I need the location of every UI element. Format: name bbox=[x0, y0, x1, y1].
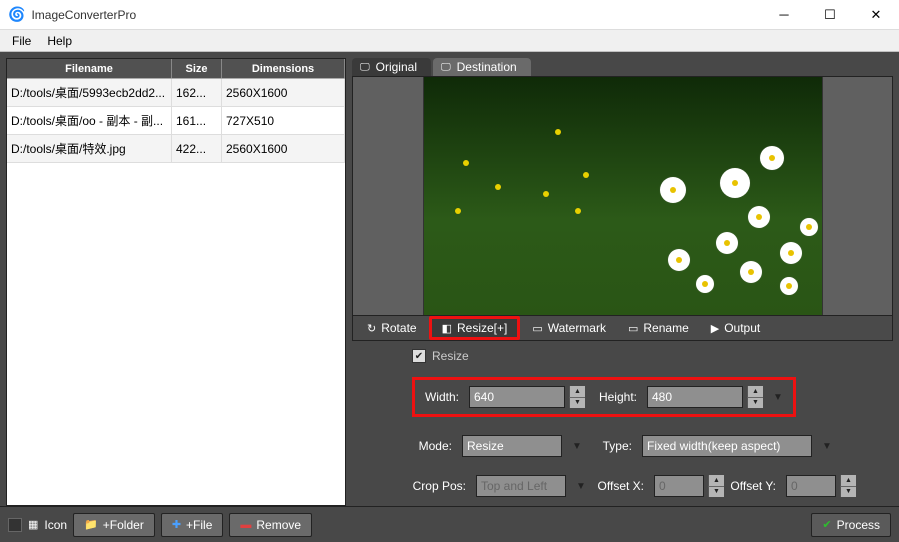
croppos-dropdown-arrow[interactable]: ▼ bbox=[570, 481, 592, 492]
offsetx-label: Offset X: bbox=[596, 479, 650, 493]
offsety-spinner[interactable]: ▲▼ bbox=[840, 475, 856, 497]
type-select[interactable]: Fixed width(keep aspect) bbox=[642, 435, 812, 457]
width-input[interactable]: 640 bbox=[469, 386, 565, 408]
menu-help[interactable]: Help bbox=[39, 32, 80, 50]
mode-dropdown-arrow[interactable]: ▼ bbox=[566, 441, 588, 452]
maximize-button[interactable]: ☐ bbox=[807, 0, 853, 30]
col-header-size[interactable]: Size bbox=[172, 59, 222, 78]
add-folder-button[interactable]: 📁+Folder bbox=[73, 513, 155, 537]
resize-checkbox[interactable]: ✔ bbox=[412, 349, 426, 363]
offsetx-spinner[interactable]: ▲▼ bbox=[708, 475, 724, 497]
add-file-button[interactable]: ✚+File bbox=[161, 513, 224, 537]
col-header-dimensions[interactable]: Dimensions bbox=[222, 59, 345, 78]
main-area: Filename Size Dimensions D:/tools/桌面/599… bbox=[0, 52, 899, 542]
settings-panel: ✔ Resize Width: 640 ▲▼ Height: 480 ▲▼ ▼ bbox=[352, 341, 893, 506]
minus-icon: ▬ bbox=[240, 519, 251, 531]
process-button[interactable]: ✔Process bbox=[811, 513, 891, 537]
app-icon: 🌀 bbox=[8, 6, 25, 23]
plus-icon: ✚ bbox=[172, 518, 181, 531]
offsety-input[interactable]: 0 bbox=[786, 475, 836, 497]
bottom-bar: ▦ Icon 📁+Folder ✚+File ▬Remove ✔Process bbox=[0, 506, 899, 542]
height-label: Height: bbox=[589, 390, 643, 404]
minimize-button[interactable]: ─ bbox=[761, 0, 807, 30]
width-label: Width: bbox=[419, 390, 465, 404]
remove-button[interactable]: ▬Remove bbox=[229, 513, 312, 537]
preview-image bbox=[423, 77, 823, 315]
resize-icon: ◧ bbox=[442, 322, 452, 335]
offsetx-input[interactable]: 0 bbox=[654, 475, 704, 497]
rename-icon: ▭ bbox=[628, 322, 638, 335]
mode-label: Mode: bbox=[412, 439, 458, 453]
icon-mode-checkbox[interactable] bbox=[8, 518, 22, 532]
watermark-icon: ▭ bbox=[532, 322, 542, 335]
preset-dropdown[interactable]: ▼ bbox=[767, 392, 789, 403]
tool-output[interactable]: ▶Output bbox=[701, 319, 771, 337]
tab-original[interactable]: 🖵Original bbox=[352, 58, 431, 76]
col-header-filename[interactable]: Filename bbox=[7, 59, 172, 78]
output-icon: ▶ bbox=[711, 322, 719, 335]
height-spinner[interactable]: ▲▼ bbox=[747, 386, 763, 408]
file-list-panel: Filename Size Dimensions D:/tools/桌面/599… bbox=[6, 58, 346, 506]
croppos-select[interactable]: Top and Left bbox=[476, 475, 566, 497]
icon-mode-label: Icon bbox=[44, 518, 67, 532]
check-icon: ✔ bbox=[822, 518, 831, 531]
table-row[interactable]: D:/tools/桌面/特效.jpg 422... 2560X1600 bbox=[7, 135, 345, 163]
tool-rotate[interactable]: ↻Rotate bbox=[357, 319, 427, 337]
monitor-icon: 🖵 bbox=[441, 62, 451, 73]
width-spinner[interactable]: ▲▼ bbox=[569, 386, 585, 408]
file-table: Filename Size Dimensions D:/tools/桌面/599… bbox=[6, 58, 346, 506]
offsety-label: Offset Y: bbox=[728, 479, 782, 493]
table-row[interactable]: D:/tools/桌面/oo - 副本 - 副... 161... 727X51… bbox=[7, 107, 345, 135]
menu-file[interactable]: File bbox=[4, 32, 39, 50]
rotate-icon: ↻ bbox=[367, 322, 376, 335]
right-panel: 🖵Original 🖵Destination bbox=[352, 58, 893, 506]
type-label: Type: bbox=[592, 439, 638, 453]
resize-checkbox-label: Resize bbox=[432, 349, 469, 363]
menubar: File Help bbox=[0, 30, 899, 52]
tool-resize[interactable]: ◧Resize[+] bbox=[429, 316, 521, 340]
tool-watermark[interactable]: ▭Watermark bbox=[522, 319, 616, 337]
croppos-label: Crop Pos: bbox=[412, 479, 472, 493]
close-button[interactable]: ✕ bbox=[853, 0, 899, 30]
dimensions-highlight: Width: 640 ▲▼ Height: 480 ▲▼ ▼ bbox=[412, 377, 796, 417]
type-dropdown-arrow[interactable]: ▼ bbox=[816, 441, 838, 452]
height-input[interactable]: 480 bbox=[647, 386, 743, 408]
mode-select[interactable]: Resize bbox=[462, 435, 562, 457]
titlebar: 🌀 ImageConverterPro ─ ☐ ✕ bbox=[0, 0, 899, 30]
table-row[interactable]: D:/tools/桌面/5993ecb2dd2... 162... 2560X1… bbox=[7, 79, 345, 107]
grid-icon: ▦ bbox=[28, 518, 38, 531]
folder-icon: 📁 bbox=[84, 518, 98, 531]
tool-rename[interactable]: ▭Rename bbox=[618, 319, 699, 337]
preview-tabs: 🖵Original 🖵Destination bbox=[352, 58, 893, 76]
preview-area bbox=[352, 76, 893, 316]
monitor-icon: 🖵 bbox=[360, 62, 370, 73]
settings-toolbar: ↻Rotate ◧Resize[+] ▭Watermark ▭Rename ▶O… bbox=[352, 316, 893, 341]
tab-destination[interactable]: 🖵Destination bbox=[433, 58, 531, 76]
window-title: ImageConverterPro bbox=[31, 8, 761, 22]
